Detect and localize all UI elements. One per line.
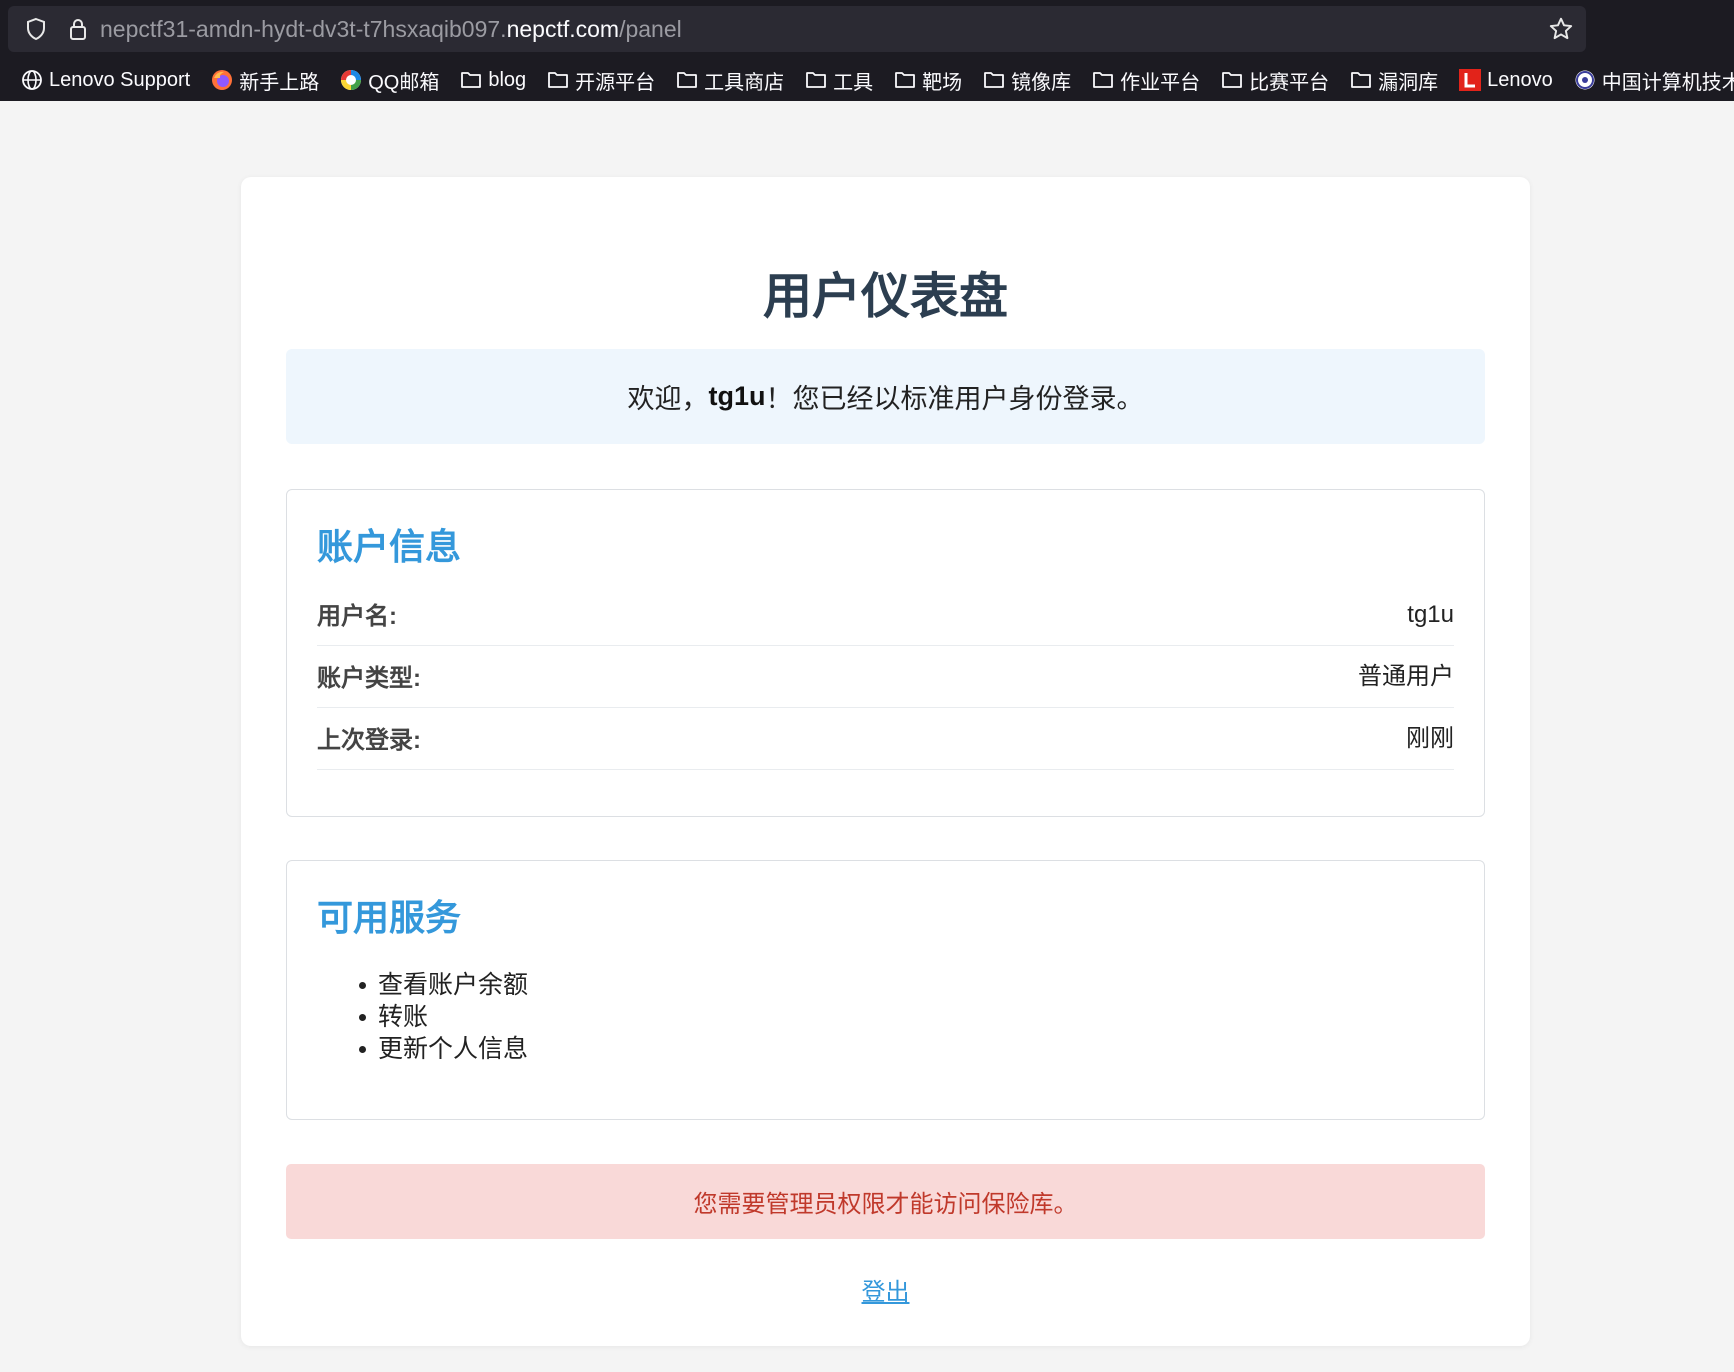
account-info-heading: 账户信息 xyxy=(317,526,462,567)
bullet-icon xyxy=(359,1014,366,1021)
service-label: 更新个人信息 xyxy=(378,1035,529,1063)
account-row-label: 账户类型: xyxy=(317,665,421,692)
url-path: /panel xyxy=(619,16,682,42)
bookmark-item[interactable]: 开源平台 xyxy=(546,66,655,95)
lenovo-icon xyxy=(1458,68,1482,92)
globe-icon xyxy=(20,68,44,92)
welcome-banner: 欢迎， tg1u ！您已经以标准用户身份登录。 xyxy=(286,349,1485,444)
account-info-panel: 账户信息 用户名: tg1u 账户类型: 普通用户 上次登录: 刚刚 xyxy=(286,489,1485,817)
bookmark-item[interactable]: blog xyxy=(459,68,526,92)
bookmark-label: 作业平台 xyxy=(1120,71,1201,94)
bookmarks-bar: Lenovo Support 新手上路 QQ邮箱 blog 开源平台 工具商店 工具 靶场 镜像… xyxy=(0,60,1734,100)
services-heading: 可用服务 xyxy=(317,897,462,938)
bookmark-label: 新手上路 xyxy=(239,71,320,94)
address-bar[interactable]: nepctf31-amdn-hydt-dv3t-t7hsxaqib097.nep… xyxy=(8,6,1586,52)
bookmark-item[interactable]: 新手上路 xyxy=(210,66,319,95)
list-item: 查看账户余额 xyxy=(323,969,528,1001)
list-item: 转账 xyxy=(323,1001,528,1033)
access-denied-alert: 您需要管理员权限才能访问保险库。 xyxy=(286,1164,1485,1239)
bookmark-star-icon[interactable] xyxy=(1546,6,1576,52)
bookmark-item[interactable]: 中国计算机技术职业... xyxy=(1573,66,1734,95)
service-label: 查看账户余额 xyxy=(378,971,529,999)
account-row-label: 用户名: xyxy=(317,603,397,630)
services-panel: 可用服务 查看账户余额 转账 更新个人信息 xyxy=(286,860,1485,1120)
browser-chrome: nepctf31-amdn-hydt-dv3t-t7hsxaqib097.nep… xyxy=(0,0,1734,101)
account-row-username: 用户名: tg1u xyxy=(317,583,1454,646)
site-icon xyxy=(1573,68,1597,92)
list-item: 更新个人信息 xyxy=(323,1033,528,1065)
dashboard-card: 用户仪表盘 欢迎， tg1u ！您已经以标准用户身份登录。 账户信息 用户名: tg… xyxy=(241,177,1530,1346)
bookmark-label: blog xyxy=(488,68,527,91)
account-row-label: 上次登录: xyxy=(317,727,421,754)
folder-icon xyxy=(1091,68,1115,92)
service-label: 转账 xyxy=(378,1003,429,1031)
account-row-value: 刚刚 xyxy=(1406,725,1454,752)
bookmark-label: QQ邮箱 xyxy=(368,71,440,94)
bookmark-label: 开源平台 xyxy=(575,71,656,94)
firefox-icon xyxy=(210,68,234,92)
folder-icon xyxy=(893,68,917,92)
welcome-prefix: 欢迎， xyxy=(627,384,709,414)
bookmark-item[interactable]: QQ邮箱 xyxy=(339,66,439,95)
account-row-last-login: 上次登录: 刚刚 xyxy=(317,707,1454,770)
folder-icon xyxy=(1349,68,1373,92)
bookmark-label: Lenovo Support xyxy=(49,68,191,91)
folder-icon xyxy=(1220,68,1244,92)
bullet-icon xyxy=(359,1046,366,1053)
bookmark-label: 镜像库 xyxy=(1011,71,1072,94)
folder-icon xyxy=(982,68,1006,92)
bookmark-item[interactable]: 靶场 xyxy=(893,66,962,95)
services-list: 查看账户余额 转账 更新个人信息 xyxy=(323,969,528,1065)
bookmark-label: 中国计算机技术职业... xyxy=(1601,71,1734,94)
bookmark-label: 漏洞库 xyxy=(1378,71,1439,94)
bookmark-item[interactable]: 比赛平台 xyxy=(1220,66,1329,95)
folder-icon xyxy=(675,68,699,92)
bookmark-item[interactable]: 工具商店 xyxy=(675,66,784,95)
logout-link[interactable]: 登出 xyxy=(862,1279,910,1306)
logout-container: 登出 xyxy=(241,1272,1530,1307)
bookmark-label: Lenovo xyxy=(1487,68,1553,91)
bookmark-item[interactable]: Lenovo Support xyxy=(20,68,190,92)
folder-icon xyxy=(804,68,828,92)
bookmark-item[interactable]: Lenovo xyxy=(1458,68,1553,92)
url-domain: nepctf.com xyxy=(506,16,620,42)
page-title: 用户仪表盘 xyxy=(762,270,1008,324)
bookmark-item[interactable]: 镜像库 xyxy=(982,66,1071,95)
folder-icon xyxy=(546,68,570,92)
folder-icon xyxy=(459,68,483,92)
lock-icon[interactable] xyxy=(64,6,92,52)
account-row-value: tg1u xyxy=(1407,601,1454,628)
bookmark-item[interactable]: 漏洞库 xyxy=(1349,66,1438,95)
bookmark-label: 工具 xyxy=(833,71,874,94)
bookmark-item[interactable]: 工具 xyxy=(804,66,873,95)
bookmark-item[interactable]: 作业平台 xyxy=(1091,66,1200,95)
bookmark-label: 工具商店 xyxy=(704,71,785,94)
shield-icon[interactable] xyxy=(22,6,50,52)
welcome-username: tg1u xyxy=(708,381,766,411)
account-row-value: 普通用户 xyxy=(1358,663,1454,690)
account-row-type: 账户类型: 普通用户 xyxy=(317,645,1454,708)
welcome-suffix: ！您已经以标准用户身份登录。 xyxy=(765,384,1144,414)
url-subdomain: nepctf31-amdn-hydt-dv3t-t7hsxaqib097. xyxy=(100,16,507,42)
bookmark-label: 靶场 xyxy=(922,71,963,94)
bullet-icon xyxy=(359,982,366,989)
qqmail-icon xyxy=(339,68,363,92)
url-text[interactable]: nepctf31-amdn-hydt-dv3t-t7hsxaqib097.nep… xyxy=(100,6,682,52)
bookmark-label: 比赛平台 xyxy=(1249,71,1330,94)
